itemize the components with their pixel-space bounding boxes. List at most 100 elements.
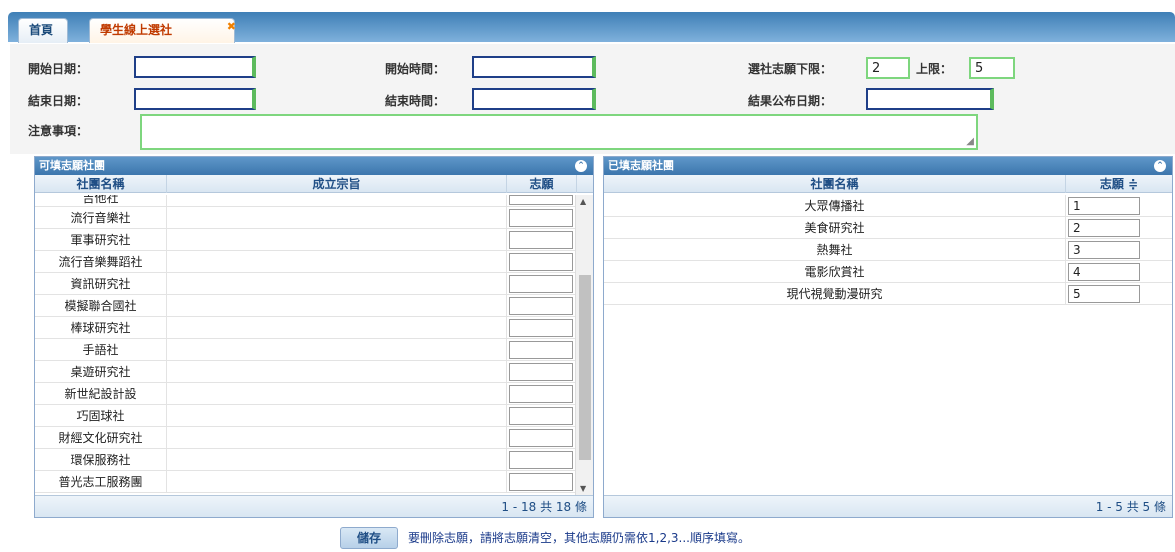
choice-input[interactable] — [509, 253, 573, 271]
table-row[interactable]: 吉他社 — [35, 195, 577, 207]
scroll-down-icon[interactable]: ▼ — [580, 484, 586, 493]
club-name-cell: 新世紀設計設 — [35, 383, 167, 405]
table-row[interactable]: 大眾傳播社 1 — [604, 195, 1172, 217]
save-button[interactable]: 儲存 — [340, 527, 398, 549]
club-name-cell: 現代視覺動漫研究 — [604, 283, 1066, 305]
table-row[interactable]: 桌遊研究社 — [35, 361, 577, 383]
tab-club-selection[interactable]: 學生線上選社 ✖ — [89, 16, 236, 43]
start-time-label: 開始時間： — [385, 62, 446, 76]
end-date-field[interactable] — [134, 88, 256, 110]
result-date-label: 結果公布日期： — [748, 94, 833, 108]
table-row[interactable]: 模擬聯合國社 — [35, 295, 577, 317]
table-row[interactable]: 環保服務社 — [35, 449, 577, 471]
choice-input[interactable] — [509, 195, 573, 205]
choice-input[interactable] — [509, 407, 573, 425]
choice-input[interactable] — [509, 297, 573, 315]
club-name-cell: 資訊研究社 — [35, 273, 167, 295]
choice-input[interactable] — [509, 429, 573, 447]
choice-input[interactable] — [509, 473, 573, 491]
choice-input[interactable]: 1 — [1068, 197, 1140, 215]
notes-textarea[interactable]: ◢ — [140, 114, 978, 150]
table-row[interactable]: 資訊研究社 — [35, 273, 577, 295]
table-row[interactable]: 流行音樂社 — [35, 207, 577, 229]
col-club-name[interactable]: 社團名稱 — [35, 175, 167, 193]
selected-panel-header: 已填志願社團 ⌃ — [604, 157, 1172, 175]
col-choice[interactable]: 志願 — [507, 175, 577, 193]
panel-title: 可填志願社團 — [39, 159, 105, 172]
table-row[interactable]: 新世紀設計設 — [35, 383, 577, 405]
tab-label: 學生線上選社 — [100, 23, 173, 37]
table-row[interactable]: 巧固球社 — [35, 405, 577, 427]
club-name-cell: 美食研究社 — [604, 217, 1066, 239]
resize-grip-icon[interactable]: ◢ — [966, 136, 974, 147]
start-time-field[interactable] — [472, 56, 596, 78]
choice-input[interactable] — [509, 319, 573, 337]
club-name-cell: 環保服務社 — [35, 449, 167, 471]
choice-input[interactable] — [509, 385, 573, 403]
club-name-cell: 模擬聯合國社 — [35, 295, 167, 317]
choice-input[interactable] — [509, 209, 573, 227]
club-name-cell: 流行音樂舞蹈社 — [35, 251, 167, 273]
choice-input[interactable] — [509, 341, 573, 359]
table-row[interactable]: 軍事研究社 — [35, 229, 577, 251]
scroll-up-icon[interactable]: ▲ — [580, 197, 586, 206]
purpose-cell — [167, 383, 507, 405]
choice-input[interactable]: 2 — [1068, 219, 1140, 237]
app-root: 首頁 學生線上選社 ✖ 開始日期： 開始時間： 選社志願下限： 2 上限： 5 … — [0, 0, 1175, 552]
choice-input[interactable] — [509, 363, 573, 381]
club-name-cell: 大眾傳播社 — [604, 195, 1066, 217]
end-time-label: 結束時間： — [385, 94, 446, 108]
table-row[interactable]: 美食研究社 2 — [604, 217, 1172, 239]
table-row[interactable]: 流行音樂舞蹈社 — [35, 251, 577, 273]
scrollbar[interactable]: ▲ ▼ — [575, 195, 593, 495]
col-purpose[interactable]: 成立宗旨 — [167, 175, 507, 193]
purpose-cell — [167, 273, 507, 295]
purpose-cell — [167, 195, 507, 207]
col-club-name[interactable]: 社團名稱 — [604, 175, 1066, 193]
choice-input[interactable] — [509, 451, 573, 469]
club-name-cell: 電影欣賞社 — [604, 261, 1066, 283]
scroll-thumb[interactable] — [579, 275, 591, 460]
action-bar: 儲存 要刪除志願，請將志願清空，其他志願仍需依1,2,3...順序填寫。 — [0, 527, 1175, 549]
choice-input[interactable] — [509, 275, 573, 293]
close-icon[interactable]: ✖ — [227, 16, 236, 38]
table-row[interactable]: 現代視覺動漫研究 5 — [604, 283, 1172, 305]
table-row[interactable]: 手語社 — [35, 339, 577, 361]
start-date-field[interactable] — [134, 56, 256, 78]
table-row[interactable]: 普光志工服務團 — [35, 471, 577, 493]
selected-pager: 1 - 5 共 5 條 — [604, 495, 1172, 517]
max-choice-field[interactable]: 5 — [969, 57, 1015, 79]
purpose-cell — [167, 405, 507, 427]
club-name-cell: 吉他社 — [35, 195, 167, 207]
table-row[interactable]: 熱舞社 3 — [604, 239, 1172, 261]
purpose-cell — [167, 295, 507, 317]
purpose-cell — [167, 427, 507, 449]
choice-input[interactable]: 5 — [1068, 285, 1140, 303]
table-row[interactable]: 電影欣賞社 4 — [604, 261, 1172, 283]
table-row[interactable]: 財經文化研究社 — [35, 427, 577, 449]
choice-input[interactable]: 3 — [1068, 241, 1140, 259]
club-name-cell: 流行音樂社 — [35, 207, 167, 229]
purpose-cell — [167, 229, 507, 251]
table-row[interactable]: 棒球研究社 — [35, 317, 577, 339]
collapse-icon[interactable]: ⌃ — [575, 160, 587, 172]
club-name-cell: 財經文化研究社 — [35, 427, 167, 449]
choice-input[interactable]: 4 — [1068, 263, 1140, 281]
club-name-cell: 熱舞社 — [604, 239, 1066, 261]
start-date-label: 開始日期： — [28, 62, 89, 76]
collapse-icon[interactable]: ⌃ — [1154, 160, 1166, 172]
available-clubs-panel: 可填志願社團 ⌃ 社團名稱 成立宗旨 志願 吉他社 流行音樂社 軍事研究社 流行音樂舞… — [34, 156, 594, 518]
min-choice-label: 選社志願下限： — [748, 62, 833, 76]
min-choice-field[interactable]: 2 — [866, 57, 910, 79]
club-name-cell: 普光志工服務團 — [35, 471, 167, 493]
notes-label: 注意事項： — [28, 124, 89, 138]
result-date-field[interactable] — [866, 88, 994, 110]
col-choice-sort[interactable]: 志願 ≑ — [1066, 175, 1172, 193]
purpose-cell — [167, 361, 507, 383]
end-time-field[interactable] — [472, 88, 596, 110]
choice-input[interactable] — [509, 231, 573, 249]
panel-title: 已填志願社團 — [608, 159, 674, 172]
tab-home[interactable]: 首頁 — [18, 18, 68, 43]
available-table-header: 社團名稱 成立宗旨 志願 — [35, 175, 593, 193]
purpose-cell — [167, 339, 507, 361]
